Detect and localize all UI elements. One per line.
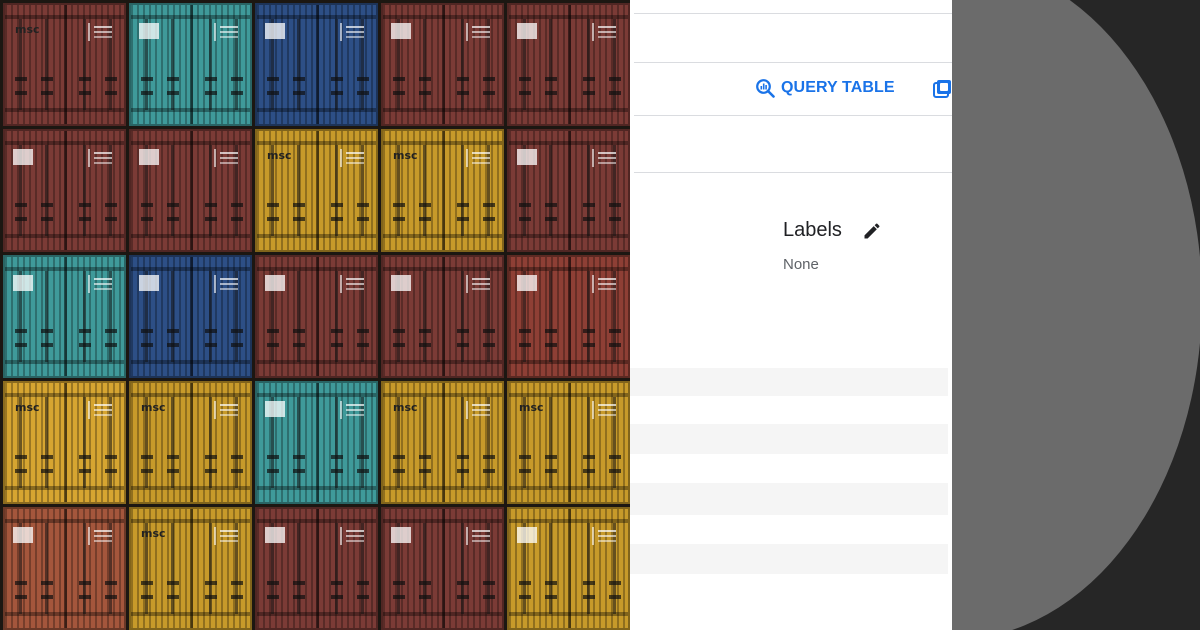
copy-table-icon[interactable] xyxy=(933,79,952,98)
divider xyxy=(634,115,952,116)
shipping-container: msc xyxy=(381,129,504,252)
query-table-label: QUERY TABLE xyxy=(781,79,895,96)
divider xyxy=(634,62,952,63)
shipping-container: msc xyxy=(3,381,126,504)
shipping-container xyxy=(507,255,630,378)
shipping-container xyxy=(507,129,630,252)
shipping-container xyxy=(3,129,126,252)
query-search-icon xyxy=(756,79,775,98)
table-row-stripe xyxy=(630,424,948,454)
shipping-container: msc xyxy=(255,129,378,252)
shipping-container xyxy=(255,381,378,504)
container-photo: msc msc msc msc msc msc msc msc xyxy=(0,0,630,630)
shipping-container xyxy=(507,507,630,630)
shipping-container: msc xyxy=(129,381,252,504)
shipping-container: msc xyxy=(3,3,126,126)
shipping-container: msc xyxy=(507,381,630,504)
pencil-icon[interactable] xyxy=(862,221,882,241)
shipping-container xyxy=(381,507,504,630)
shipping-container xyxy=(381,255,504,378)
labels-heading: Labels xyxy=(783,219,842,241)
backdrop xyxy=(952,0,1200,630)
shipping-container xyxy=(507,3,630,126)
query-table-button[interactable]: QUERY TABLE xyxy=(755,76,895,100)
shipping-container xyxy=(129,129,252,252)
backdrop-circle xyxy=(952,0,1200,630)
table-row-stripe xyxy=(630,544,948,574)
shipping-container xyxy=(3,507,126,630)
shipping-container: msc xyxy=(381,381,504,504)
divider xyxy=(634,13,952,14)
shipping-container: msc xyxy=(129,507,252,630)
shipping-container xyxy=(3,255,126,378)
shipping-container xyxy=(129,3,252,126)
shipping-container xyxy=(381,3,504,126)
table-row-stripe xyxy=(630,368,948,396)
shipping-container xyxy=(255,255,378,378)
labels-value: None xyxy=(783,256,819,273)
divider xyxy=(634,172,952,173)
shipping-container xyxy=(255,3,378,126)
shipping-container xyxy=(255,507,378,630)
shipping-container xyxy=(129,255,252,378)
table-row-stripe xyxy=(630,483,948,515)
